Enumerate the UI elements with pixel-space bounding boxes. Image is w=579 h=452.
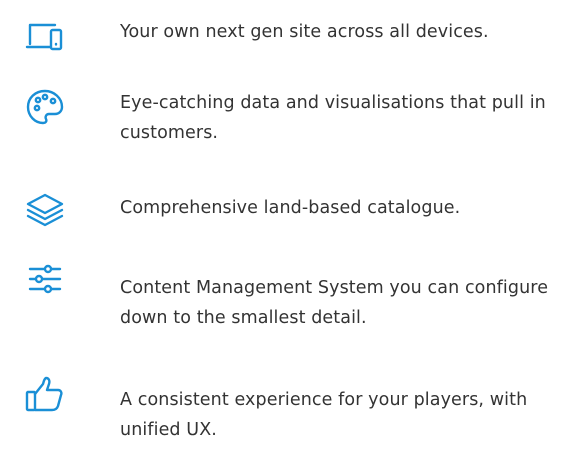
feature-text: Comprehensive land-based catalogue. xyxy=(120,198,461,218)
palette-icon xyxy=(24,86,66,128)
feature-text: A consistent experience for your players… xyxy=(120,390,528,440)
feature-text: Your own next gen site across all device… xyxy=(120,22,489,42)
feature-text: Eye-catching data and visualisations tha… xyxy=(120,93,546,143)
sliders-icon xyxy=(24,258,66,300)
feature-text: Content Management System you can config… xyxy=(120,278,549,328)
devices-icon xyxy=(24,14,66,56)
layers-icon xyxy=(24,189,66,231)
thumbs-up-icon xyxy=(24,373,66,415)
